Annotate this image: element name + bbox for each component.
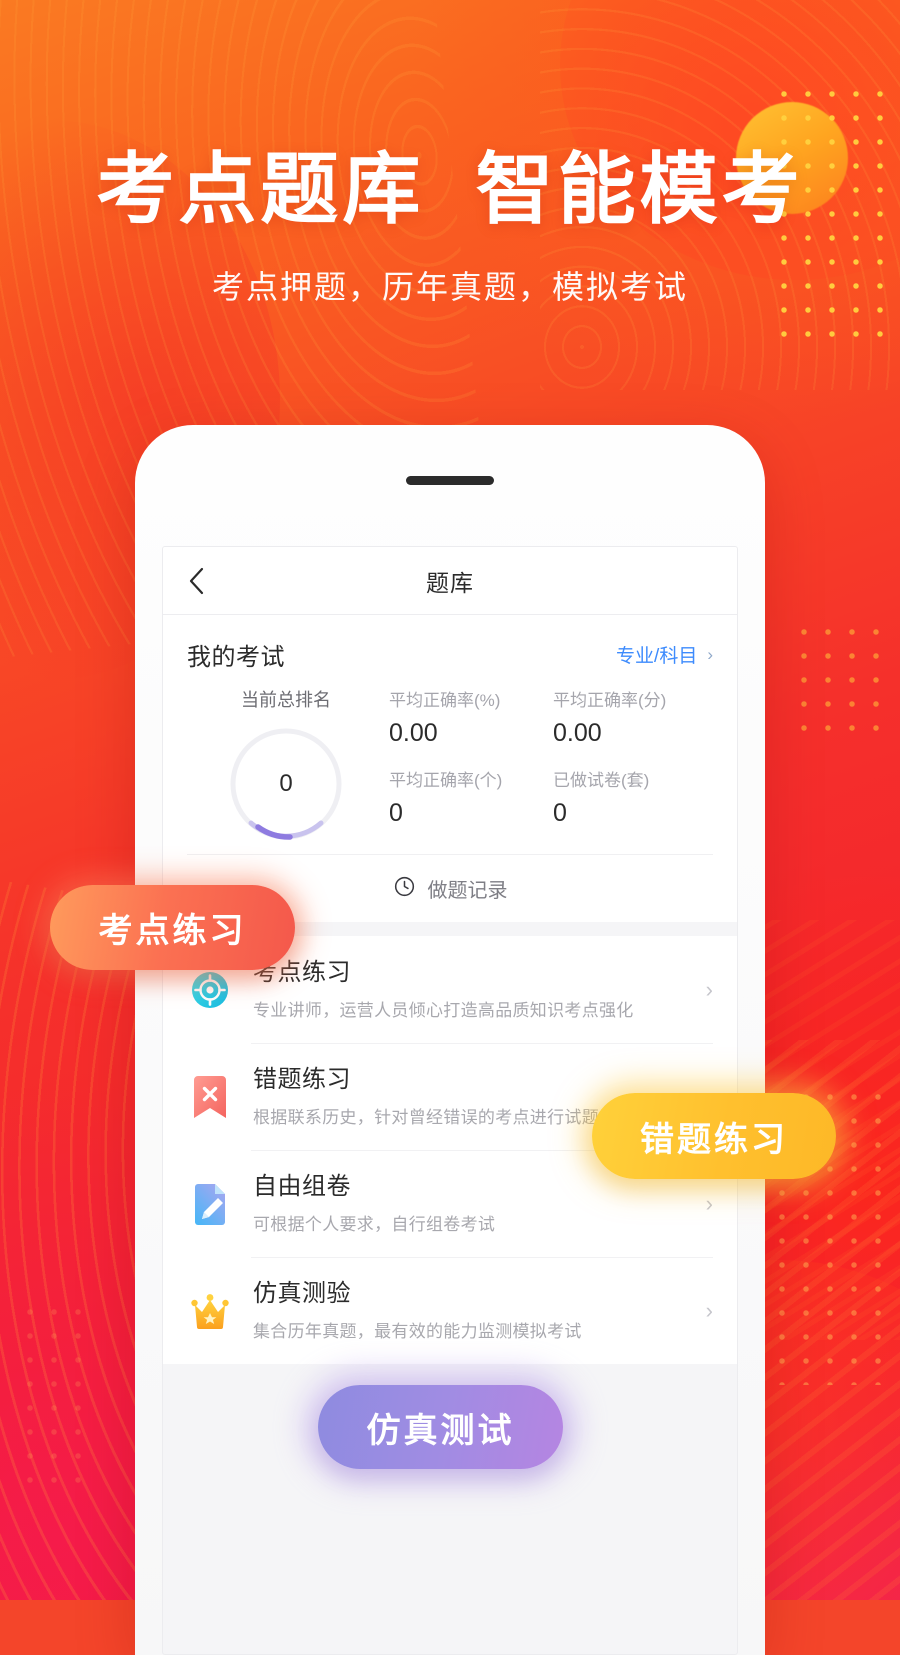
chevron-right-icon: › [705,1190,713,1216]
major-subject-label: 专业/科目 [616,646,698,667]
practice-record-label: 做题记录 [427,880,508,902]
callout-pill-cuoti-lianxi[interactable]: 错题练习 [592,1093,836,1179]
crown-icon [187,1288,233,1334]
list-item-desc: 可根据个人要求，自行组卷考试 [253,1215,496,1234]
list-item-fangzhen-ceyan[interactable]: 仿真测验 集合历年真题，最有效的能力监测模拟考试 › [187,1257,713,1364]
phone-mockup: 题库 我的考试 专业/科目 › 当前总排名 0 平均正确率(%) 0.00 平均… [135,425,765,1655]
metric-value: 0 [389,799,403,827]
metrics-grid: 平均正确率(%) 0.00 平均正确率(分) 0.00 平均正确率(个) 0 已… [385,686,713,842]
metric-item: 平均正确率(分) 0.00 [549,686,713,762]
metric-item: 已做试卷(套) 0 [549,766,713,842]
rank-value: 0 [279,770,293,797]
metric-item: 平均正确率(个) 0 [385,766,549,842]
document-pencil-icon [187,1181,233,1227]
phone-speaker-grille [406,476,494,485]
bookmark-x-icon [187,1074,233,1120]
my-exam-header: 我的考试 专业/科目 › [187,637,713,672]
chevron-left-icon [187,566,205,596]
list-item-text: 自由组卷 可根据个人要求，自行组卷考试 [253,1172,680,1235]
metric-value: 0.00 [553,719,602,747]
my-exam-title: 我的考试 [187,644,285,671]
promo-headline: 考点题库 智能模考 [96,145,804,233]
my-exam-stats-body: 当前总排名 0 平均正确率(%) 0.00 平均正确率(分) 0.00 平均正确… [187,686,713,842]
app-navbar: 题库 [163,547,737,615]
list-item-desc: 专业讲师，运营人员倾心打造高品质知识考点强化 [253,1001,634,1020]
list-item-title: 考点练习 [253,959,351,986]
list-item-title: 仿真测验 [253,1280,351,1307]
list-item-text: 考点练习 专业讲师，运营人员倾心打造高品质知识考点强化 [253,958,680,1021]
clock-icon [393,875,416,903]
rank-ring-chart: 0 [228,726,344,842]
metric-item: 平均正确率(%) 0.00 [385,686,549,762]
background-dot-grid-bottom-left [18,1300,88,1490]
list-item-title: 错题练习 [253,1066,351,1093]
back-button[interactable] [181,566,211,596]
page-title: 题库 [426,569,474,596]
promo-text-block: 考点题库 智能模考 考点押题，历年真题，模拟考试 [0,150,900,308]
my-exam-card: 我的考试 专业/科目 › 当前总排名 0 平均正确率(%) 0.00 平均正确率… [163,615,737,922]
promo-subheadline: 考点押题，历年真题，模拟考试 [211,269,688,305]
background-dot-grid-middle-right [792,620,888,740]
chevron-right-icon: › [705,1297,713,1323]
metric-label: 平均正确率(分) [553,691,667,710]
callout-pill-fangzhen-ceshi[interactable]: 仿真测试 [318,1385,563,1469]
chevron-right-icon: › [707,644,713,664]
metric-label: 已做试卷(套) [553,771,650,790]
list-item-text: 仿真测验 集合历年真题，最有效的能力监测模拟考试 [253,1279,680,1342]
major-subject-link[interactable]: 专业/科目 › [616,641,713,668]
callout-pill-kaodian-lianxi[interactable]: 考点练习 [50,885,295,970]
list-item-desc: 集合历年真题，最有效的能力监测模拟考试 [253,1322,582,1341]
chevron-right-icon: › [705,976,713,1002]
metric-label: 平均正确率(%) [389,691,501,710]
metric-value: 0 [553,799,567,827]
metric-value: 0.00 [389,719,438,747]
rank-column: 当前总排名 0 [187,686,385,842]
metric-label: 平均正确率(个) [389,771,503,790]
target-icon [187,967,233,1013]
rank-label: 当前总排名 [241,690,331,710]
list-item-title: 自由组卷 [253,1173,351,1200]
